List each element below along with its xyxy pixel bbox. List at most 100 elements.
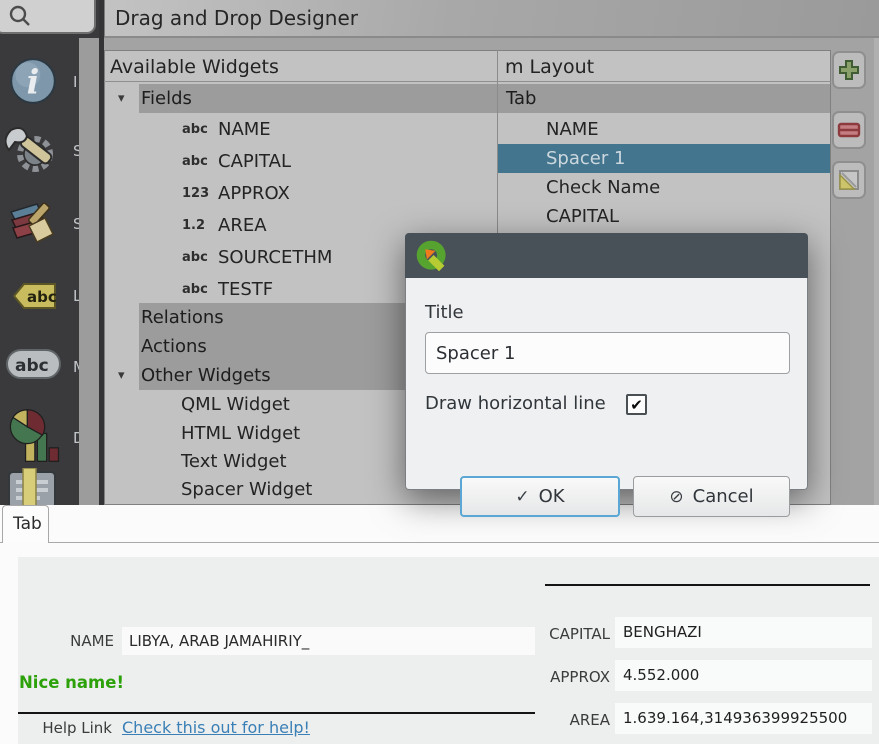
tree-label: TESTF	[218, 275, 273, 304]
tree-item-name[interactable]: abc NAME	[105, 115, 497, 144]
sidebar-item-symbology[interactable]	[0, 200, 78, 246]
help-link-label: Help Link	[20, 718, 112, 738]
dialog-titlebar[interactable]: Configu... Widget ∨ ∧ ✕	[405, 233, 808, 278]
svg-text:abc: abc	[27, 288, 57, 306]
dialog-body: Title Draw horizontal line ✔ ✓ OK ⊘ Canc…	[405, 278, 808, 490]
form-preview-area: NAME Nice name! Help Link Check this out…	[18, 557, 879, 744]
paintbrush-icon	[7, 200, 59, 246]
svg-text:i: i	[27, 63, 40, 102]
sidebar-item-labels[interactable]: abc	[0, 281, 78, 311]
tree-label: NAME	[546, 115, 599, 144]
ok-label: OK	[539, 486, 565, 507]
help-link[interactable]: Check this out for help!	[122, 718, 310, 737]
tree-label: Spacer 1	[546, 144, 625, 173]
sidebar-item-attributes-form[interactable]	[0, 468, 78, 505]
tabbar-divider	[0, 542, 879, 543]
text-field-type-icon: abc	[182, 147, 212, 176]
form-icon	[7, 468, 59, 505]
check-icon: ✓	[515, 487, 529, 507]
title-input[interactable]	[425, 332, 790, 374]
configure-widget-dialog: Configu... Widget ∨ ∧ ✕ Title Draw horiz…	[405, 233, 808, 490]
tree-label: Relations	[140, 303, 224, 332]
panel-right-edge	[874, 38, 879, 505]
tree-label: Text Widget	[181, 447, 287, 476]
form-layout-title: m Layout	[505, 53, 594, 81]
tree-label: SOURCETHM	[218, 243, 332, 272]
sidebar-item-masks[interactable]: abc	[0, 347, 78, 381]
layout-item-check-name[interactable]: Check Name	[498, 173, 830, 202]
available-widgets-title: Available Widgets	[110, 53, 279, 81]
tree-label: HTML Widget	[181, 419, 300, 448]
spacer-horizontal-line	[545, 584, 870, 586]
layout-category-tab[interactable]: Tab	[498, 84, 830, 113]
integer-field-type-icon: 123	[182, 179, 212, 208]
draw-line-checkbox[interactable]: ✔	[626, 394, 647, 415]
layout-item-name[interactable]: NAME	[498, 115, 830, 144]
tree-label: Fields	[140, 84, 192, 113]
cancel-label: Cancel	[693, 486, 754, 507]
category-band	[498, 84, 830, 113]
tree-label: Spacer Widget	[181, 475, 312, 504]
ok-button[interactable]: ✓ OK	[460, 476, 620, 517]
decimal-field-type-icon: 1.2	[182, 211, 212, 240]
text-field-type-icon: abc	[182, 275, 212, 304]
edit-item-button[interactable]	[832, 161, 866, 199]
label-tag-icon: abc	[11, 281, 58, 311]
layout-item-capital[interactable]: CAPITAL	[498, 202, 830, 231]
minus-icon	[837, 122, 861, 138]
plus-icon	[838, 59, 860, 81]
tree-label: NAME	[218, 115, 271, 144]
cancel-button[interactable]: ⊘ Cancel	[633, 476, 790, 517]
title-field-label: Title	[425, 302, 464, 323]
panel-header-divider	[104, 81, 831, 82]
page-edit-icon	[838, 169, 860, 191]
designer-mode-title: Drag and Drop Designer	[115, 6, 358, 30]
tree-item-capital[interactable]: abc CAPITAL	[105, 147, 497, 176]
sidebar-item-source[interactable]	[0, 124, 78, 176]
capital-field-value[interactable]: BENGHAZI	[615, 617, 872, 648]
app-window: i I S S abc	[0, 0, 879, 744]
svg-text:abc: abc	[15, 356, 49, 376]
chevron-down-icon[interactable]: ▾	[118, 361, 125, 390]
sidebar-item-diagrams[interactable]	[0, 406, 78, 466]
form-preview-panel: Tab NAME Nice name! Help Link Check this…	[0, 505, 879, 744]
tree-label: Actions	[140, 332, 207, 361]
tree-label: Check Name	[546, 173, 660, 202]
info-icon: i	[8, 56, 58, 106]
sidebar-item-information[interactable]: i	[0, 56, 78, 106]
chevron-down-icon[interactable]: ▾	[118, 84, 125, 113]
designer-mode-header[interactable]: Drag and Drop Designer	[104, 0, 879, 38]
search-input[interactable]	[0, 0, 96, 34]
add-container-button[interactable]	[832, 51, 866, 89]
remove-item-button[interactable]	[832, 111, 866, 149]
tree-category-fields[interactable]: ▾ Fields	[105, 84, 497, 113]
validation-message: Nice name!	[19, 673, 124, 692]
tree-label: Other Widgets	[140, 361, 271, 390]
tab-tab[interactable]: Tab	[2, 505, 49, 543]
search-icon	[8, 4, 32, 28]
tree-label: Tab	[506, 84, 536, 113]
qgis-logo-icon	[415, 239, 449, 273]
category-band	[139, 84, 497, 113]
tree-label: APPROX	[218, 179, 290, 208]
tree-item-approx[interactable]: 123 APPROX	[105, 179, 497, 208]
name-field-label: NAME	[30, 631, 114, 651]
tree-label: CAPITAL	[546, 202, 619, 231]
settings-icon	[5, 124, 59, 176]
diagram-icon	[7, 406, 61, 466]
text-abc-icon: abc	[5, 347, 62, 381]
cancel-icon: ⊘	[669, 487, 683, 507]
approx-field-label: APPROX	[455, 667, 610, 687]
layout-item-spacer1-selected[interactable]: Spacer 1	[498, 144, 830, 173]
approx-field-value[interactable]: 4.552.000	[615, 660, 872, 691]
area-field-label: AREA	[455, 710, 610, 730]
tree-label: QML Widget	[181, 390, 290, 419]
sidebar-scrollbar[interactable]	[79, 38, 99, 505]
tree-label: CAPITAL	[218, 147, 291, 176]
capital-field-label: CAPITAL	[455, 624, 610, 644]
area-field-value[interactable]: 1.639.164,314936399925500	[615, 703, 872, 734]
text-field-type-icon: abc	[182, 115, 212, 144]
tree-label: AREA	[218, 211, 267, 240]
draw-line-checkbox-label: Draw horizontal line	[425, 393, 606, 414]
text-field-type-icon: abc	[182, 243, 212, 272]
